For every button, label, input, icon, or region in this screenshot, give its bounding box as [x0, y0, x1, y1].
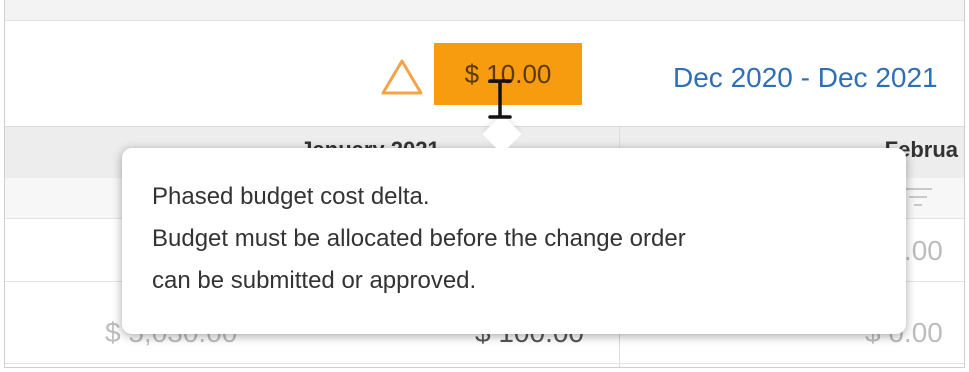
date-range-link[interactable]: Dec 2020 - Dec 2021 — [673, 60, 964, 96]
tooltip-line: Budget must be allocated before the chan… — [152, 225, 686, 252]
warning-triangle-icon — [381, 59, 423, 95]
top-bar — [5, 0, 964, 21]
cost-delta-tooltip: Phased budget cost delta. Budget must be… — [122, 148, 906, 334]
filter-icon[interactable] — [903, 186, 933, 208]
budget-view: $ 10.00 Dec 2020 - Dec 2021 January 2021… — [4, 0, 965, 368]
tooltip-line: can be submitted or approved. — [152, 267, 477, 294]
tooltip-line: Phased budget cost delta. — [152, 183, 430, 210]
text-cursor-icon — [488, 79, 512, 119]
